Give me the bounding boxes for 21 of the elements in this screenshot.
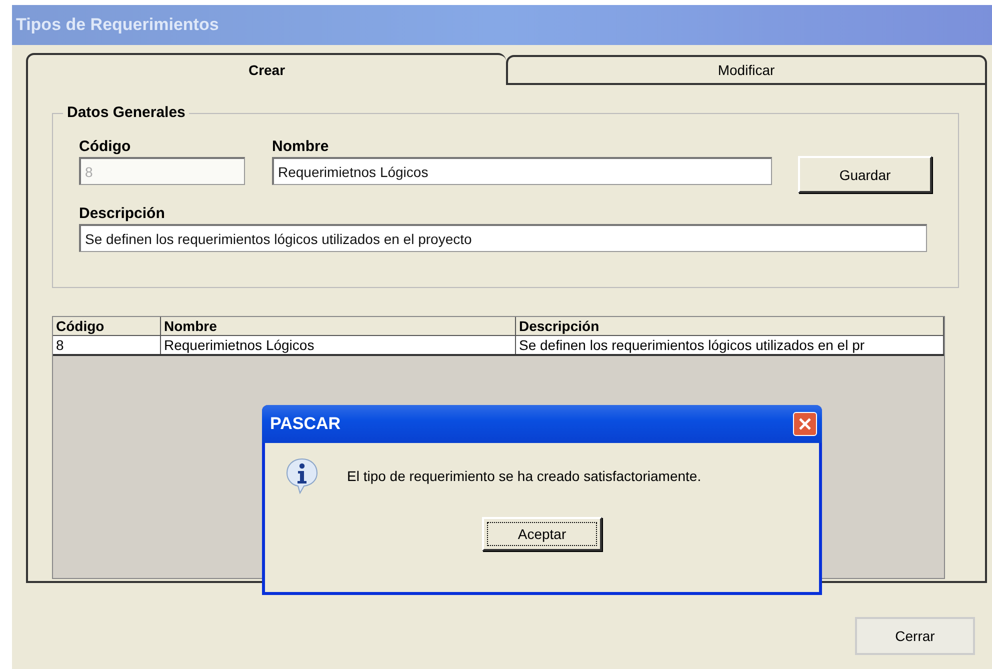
table-cell: Requerimietnos Lógicos [161,336,516,354]
window-title: Tipos de Requerimientos [16,15,219,35]
field-label: Nombre [272,138,330,155]
tab[interactable]: Modificar [506,55,987,85]
table-cell: 8 [53,336,161,354]
column-header: Descripción [516,317,944,335]
dialog-title: PASCAR [270,414,341,434]
field-label: Código [79,138,132,155]
save-button[interactable]: Guardar [798,156,932,193]
table-cell: Se definen los requerimientos lógicos utilizados en el pr [516,336,944,354]
column-header: Nombre [161,317,516,335]
column-header: Código [53,317,161,335]
dialog-message: El tipo de requerimiento se ha creado satisfactoriamente. [347,468,702,484]
accept-button[interactable]: Aceptar [482,517,602,551]
field-label: Descripción [79,205,166,222]
close-icon[interactable] [793,412,817,436]
input-field[interactable]: Requerimietnos Lógicos [272,157,772,185]
tab[interactable]: Crear [26,53,506,85]
info-icon [285,457,319,495]
input-field[interactable]: Se definen los requerimientos lógicos utilizados en el proyecto [79,224,927,252]
close-button[interactable]: Cerrar [855,617,975,655]
